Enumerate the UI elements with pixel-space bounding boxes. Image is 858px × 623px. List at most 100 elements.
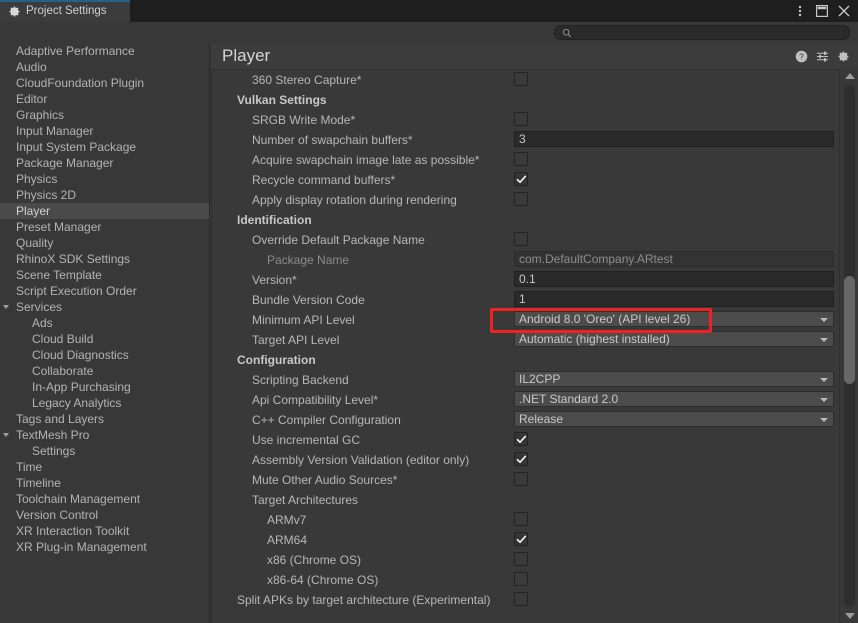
sidebar-item-textmesh-pro[interactable]: TextMesh Pro [0, 427, 209, 443]
sidebar-item-version-control[interactable]: Version Control [0, 507, 209, 523]
sidebar-item-label: Script Execution Order [16, 284, 137, 298]
disclosure-triangle-icon[interactable] [3, 433, 9, 437]
checkbox-360-stereo-capture[interactable] [514, 72, 528, 86]
scrollbar-thumb[interactable] [844, 276, 855, 384]
sidebar-item-cloud-build[interactable]: Cloud Build [0, 331, 209, 347]
check-icon [516, 535, 526, 543]
sidebar-item-label: Time [16, 460, 43, 474]
text-field-number-of-swapchain-buffers[interactable]: 3 [514, 131, 834, 147]
checkbox-x86-64-chrome-os[interactable] [514, 572, 528, 586]
text-field-package-name[interactable]: com.DefaultCompany.ARtest [514, 251, 834, 267]
sidebar-item-services[interactable]: Services [0, 299, 209, 315]
sidebar-item-physics-2d[interactable]: Physics 2D [0, 187, 209, 203]
sidebar-item-label: Editor [16, 92, 48, 106]
text-field-version[interactable]: 0.1 [514, 271, 834, 287]
sidebar-item-physics[interactable]: Physics [0, 171, 209, 187]
gear-icon [9, 6, 20, 16]
settings-row-vulkan-settings: Vulkan Settings [212, 90, 839, 110]
sidebar-item-label: Collaborate [32, 364, 94, 378]
sidebar-item-input-system-package[interactable]: Input System Package [0, 139, 209, 155]
vertical-scrollbar[interactable] [839, 69, 858, 623]
text-field-value: 3 [519, 132, 526, 146]
sidebar-item-player[interactable]: Player [0, 203, 209, 219]
dropdown-target-api-level[interactable]: Automatic (highest installed) [514, 331, 834, 347]
sidebar-item-legacy-analytics[interactable]: Legacy Analytics [0, 395, 209, 411]
checkbox-x86-chrome-os[interactable] [514, 552, 528, 566]
sidebar-item-quality[interactable]: Quality [0, 235, 209, 251]
section-header-label: Identification [237, 213, 312, 227]
sidebar-item-rhinox-sdk-settings[interactable]: RhinoX SDK Settings [0, 251, 209, 267]
sidebar-item-in-app-purchasing[interactable]: In-App Purchasing [0, 379, 209, 395]
text-field-value: 0.1 [519, 272, 536, 286]
checkbox-use-incremental-gc[interactable] [514, 432, 528, 446]
field-label: 360 Stereo Capture* [252, 73, 362, 87]
sidebar-item-xr-interaction-toolkit[interactable]: XR Interaction Toolkit [0, 523, 209, 539]
help-icon[interactable]: ? [795, 50, 808, 63]
checkbox-acquire-swapchain-image-late-as-possible[interactable] [514, 152, 528, 166]
checkbox-apply-display-rotation-during-rendering[interactable] [514, 192, 528, 206]
field-label: Package Name [267, 253, 350, 267]
sidebar-item-cloud-diagnostics[interactable]: Cloud Diagnostics [0, 347, 209, 363]
sidebar-item-audio[interactable]: Audio [0, 59, 209, 75]
text-field-bundle-version-code[interactable]: 1 [514, 291, 834, 307]
preset-icon[interactable] [816, 50, 829, 63]
checkbox-armv7[interactable] [514, 512, 528, 526]
checkbox-mute-other-audio-sources[interactable] [514, 472, 528, 486]
sidebar-item-editor[interactable]: Editor [0, 91, 209, 107]
settings-row-target-api-level: Target API Level Automatic (highest insta… [212, 330, 839, 350]
sidebar-item-cloudfoundation-plugin[interactable]: CloudFoundation Plugin [0, 75, 209, 91]
chevron-down-icon [820, 398, 828, 402]
checkbox-srgb-write-mode[interactable] [514, 112, 528, 126]
disclosure-triangle-icon[interactable] [3, 305, 9, 309]
checkbox-split-apks-by-target-architecture-experimental[interactable] [514, 592, 528, 606]
sidebar-item-collaborate[interactable]: Collaborate [0, 363, 209, 379]
scroll-down-arrow[interactable] [845, 613, 855, 619]
field-label: Bundle Version Code [252, 293, 365, 307]
checkbox-arm64[interactable] [514, 532, 528, 546]
dropdown-scripting-backend[interactable]: IL2CPP [514, 371, 834, 387]
sidebar-item-label: Quality [16, 236, 54, 250]
settings-row-override-default-package-name: Override Default Package Name [212, 230, 839, 250]
sidebar-item-timeline[interactable]: Timeline [0, 475, 209, 491]
search-box[interactable] [554, 25, 850, 40]
sidebar-item-xr-plug-in-management[interactable]: XR Plug-in Management [0, 539, 209, 555]
sidebar-item-toolchain-management[interactable]: Toolchain Management [0, 491, 209, 507]
sidebar-item-settings[interactable]: Settings [0, 443, 209, 459]
sidebar-item-adaptive-performance[interactable]: Adaptive Performance [0, 43, 209, 59]
sidebar-item-label: Ads [32, 316, 53, 330]
sidebar-item-tags-and-layers[interactable]: Tags and Layers [0, 411, 209, 427]
dropdown-minimum-api-level[interactable]: Android 8.0 'Oreo' (API level 26) [514, 311, 834, 327]
sidebar-item-script-execution-order[interactable]: Script Execution Order [0, 283, 209, 299]
player-settings-panel: Player ? 360 Stereo Capture* Vulkan Sett… [211, 43, 858, 623]
tab-project-settings[interactable]: Project Settings [0, 0, 130, 22]
sidebar-item-label: Input System Package [16, 140, 137, 154]
more-options-button[interactable] [790, 1, 810, 21]
settings-row-arm64: ARM64 [212, 530, 839, 550]
sidebar-item-label: Physics 2D [16, 188, 77, 202]
panel-header-icons: ? [795, 43, 850, 69]
settings-gear-icon[interactable] [837, 50, 850, 63]
close-button[interactable] [834, 1, 854, 21]
sidebar-item-label: Audio [16, 60, 47, 74]
settings-sidebar[interactable]: Adaptive Performance Audio CloudFoundation… [0, 43, 210, 623]
sidebar-item-input-manager[interactable]: Input Manager [0, 123, 209, 139]
checkbox-recycle-command-buffers[interactable] [514, 172, 528, 186]
scroll-up-arrow[interactable] [845, 73, 855, 79]
dropdown-api-compatibility-level[interactable]: .NET Standard 2.0 [514, 391, 834, 407]
dropdown-value: Release [519, 412, 564, 426]
sidebar-item-scene-template[interactable]: Scene Template [0, 267, 209, 283]
sidebar-item-package-manager[interactable]: Package Manager [0, 155, 209, 171]
search-input[interactable] [576, 26, 836, 39]
sidebar-item-label: CloudFoundation Plugin [16, 76, 145, 90]
sidebar-item-preset-manager[interactable]: Preset Manager [0, 219, 209, 235]
sidebar-item-graphics[interactable]: Graphics [0, 107, 209, 123]
maximize-button[interactable] [812, 1, 832, 21]
sidebar-item-label: Tags and Layers [16, 412, 105, 426]
sidebar-item-ads[interactable]: Ads [0, 315, 209, 331]
sidebar-item-time[interactable]: Time [0, 459, 209, 475]
dropdown-c-compiler-configuration[interactable]: Release [514, 411, 834, 427]
maximize-icon [816, 5, 828, 17]
checkbox-assembly-version-validation-editor-only[interactable] [514, 452, 528, 466]
settings-row-identification: Identification [212, 210, 839, 230]
checkbox-override-default-package-name[interactable] [514, 232, 528, 246]
